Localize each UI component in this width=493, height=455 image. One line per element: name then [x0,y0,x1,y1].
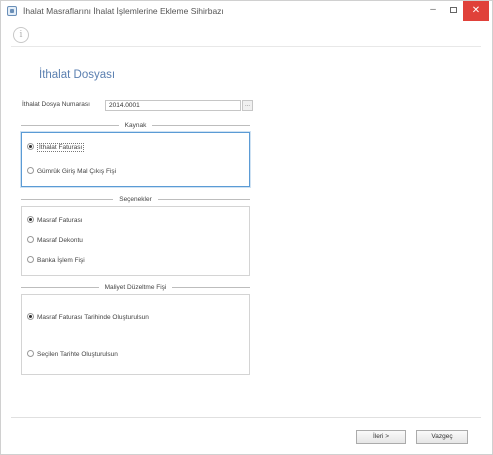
source-group: Kaynak İthalat Faturası Gümrük Giriş Mal… [21,122,250,187]
radio-label: Seçilen Tarihte Oluşturulsun [37,351,118,358]
radio-expense-invoice[interactable]: Masraf Faturası [27,216,83,225]
cancel-button[interactable]: Vazgeç [416,430,468,444]
dossier-number-label: İthalat Dosya Numarası [22,101,90,108]
maximize-button[interactable] [442,1,464,21]
dossier-number-row: İthalat Dosya Numarası 2014.0001 ... [21,100,253,112]
toolbar: i [11,25,481,47]
footer-divider [11,417,481,418]
radio-label: Banka İşlem Fişi [37,257,85,264]
radio-checked-icon [27,313,34,320]
radio-checked-icon [27,216,34,223]
info-icon[interactable]: i [13,27,29,43]
browse-button[interactable]: ... [242,100,253,111]
app-icon [7,6,17,16]
radio-label: Masraf Faturası [37,217,83,224]
radio-unchecked-icon [27,256,34,263]
expense-group-title: Seçenekler [113,196,158,203]
radio-label: Masraf Dekontu [37,237,83,244]
minimize-button[interactable]: – [422,1,444,21]
radio-customs-slip[interactable]: Gümrük Giriş Mal Çıkış Fişi [27,167,116,176]
radio-checked-icon [27,143,34,150]
radio-bank-slip[interactable]: Banka İşlem Fişi [27,256,85,265]
toolbar-divider [11,46,481,47]
date-group: Maliyet Düzeltme Fişi Masraf Faturası Ta… [21,284,250,375]
next-button[interactable]: İleri > [356,430,406,444]
radio-label: Gümrük Giriş Mal Çıkış Fişi [37,168,117,175]
radio-import-invoice[interactable]: İthalat Faturası [27,143,85,152]
close-button[interactable]: ✕ [463,1,489,21]
expense-group: Seçenekler Masraf Faturası Masraf Dekont… [21,196,250,276]
radio-selected-date[interactable]: Seçilen Tarihte Oluşturulsun [27,350,118,359]
source-group-title: Kaynak [118,122,153,129]
maximize-icon [449,7,457,13]
radio-unchecked-icon [27,167,34,174]
radio-label: Masraf Faturası Tarihinde Oluşturulsun [37,314,149,321]
wizard-window: İhalat Masraflarını İhalat İşlemlerine E… [0,0,493,455]
page-title: İthalat Dosyası [39,69,116,81]
radio-unchecked-icon [27,236,34,243]
window-title: İhalat Masraflarını İhalat İşlemlerine E… [23,6,224,16]
radio-unchecked-icon [27,350,34,357]
dossier-number-field[interactable]: 2014.0001 [105,100,241,111]
radio-invoice-date[interactable]: Masraf Faturası Tarihinde Oluşturulsun [27,313,149,322]
title-bar: İhalat Masraflarını İhalat İşlemlerine E… [1,1,492,23]
radio-expense-receipt[interactable]: Masraf Dekontu [27,236,83,245]
date-group-title: Maliyet Düzeltme Fişi [98,284,173,291]
radio-label: İthalat Faturası [37,143,85,152]
